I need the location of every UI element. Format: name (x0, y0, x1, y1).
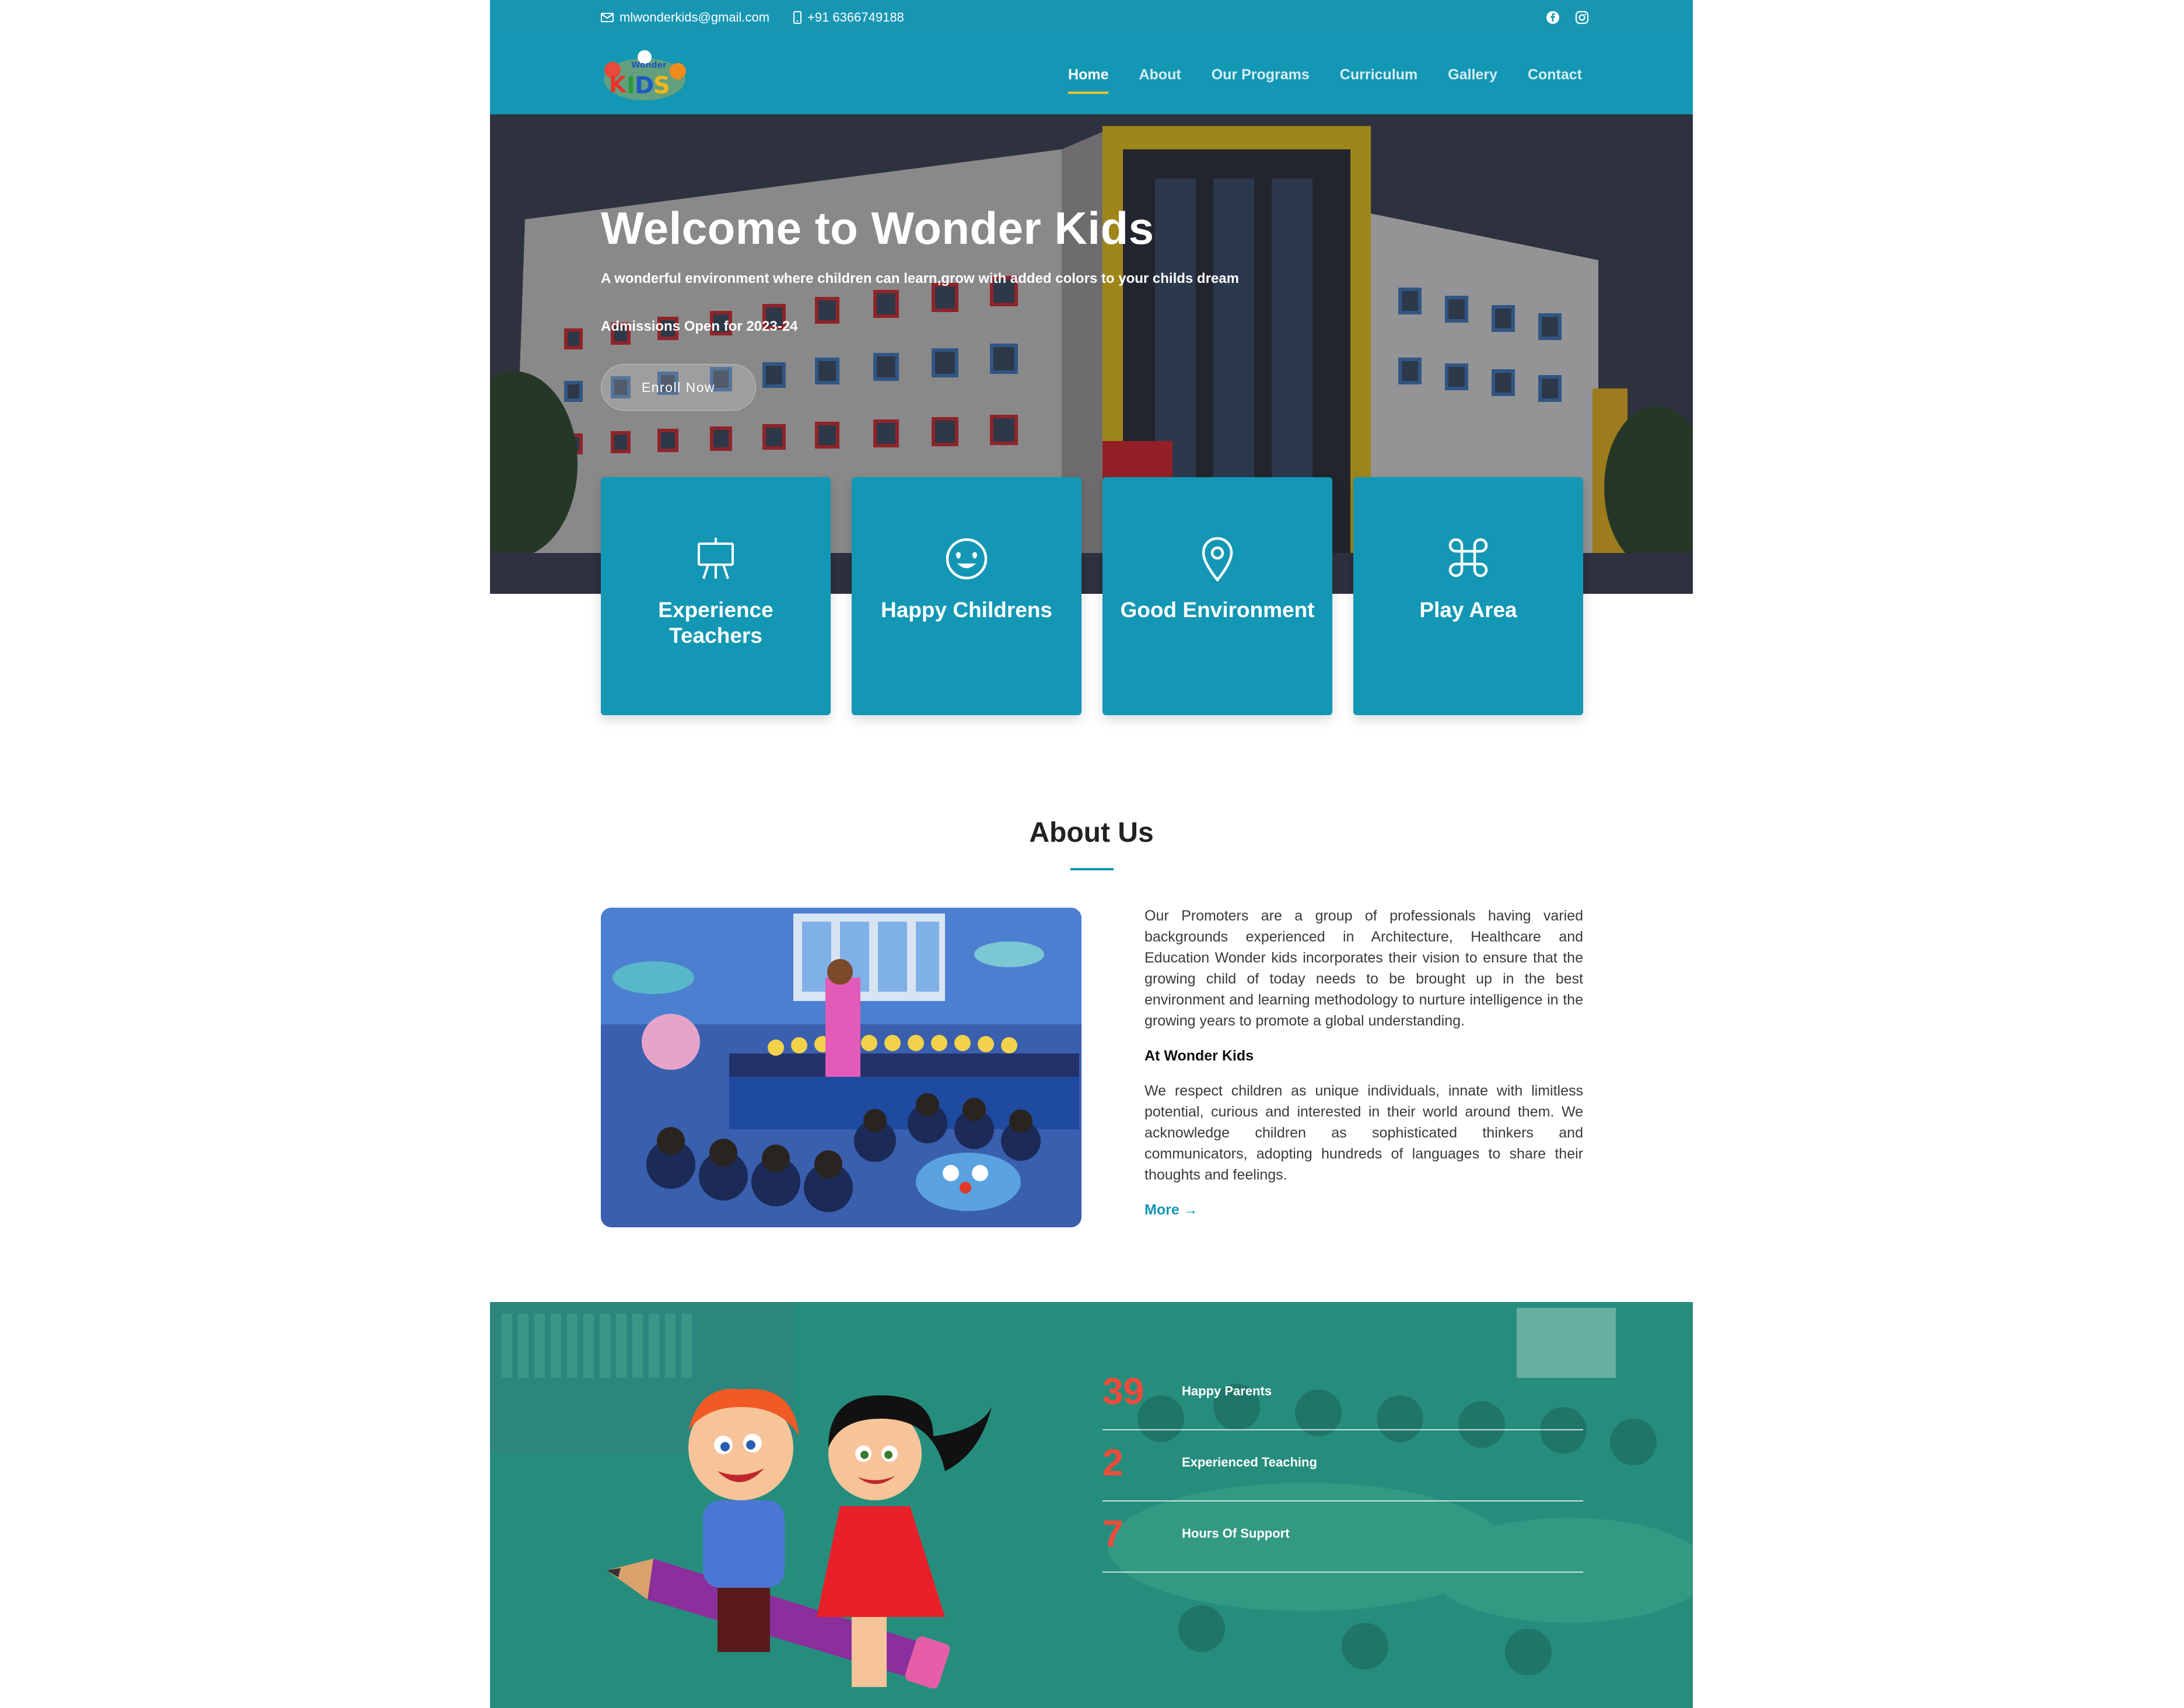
email-contact[interactable]: mlwonderkids@gmail.com (601, 0, 769, 35)
svg-text:D: D (635, 72, 654, 99)
feature-label: Play Area (1419, 598, 1517, 622)
about-paragraph-1: Our Promoters are a group of professiona… (1144, 908, 1583, 1029)
classroom-photo (601, 908, 1082, 1227)
about-text-block: Our Promoters are a group of professiona… (1144, 905, 1583, 1234)
more-link[interactable]: More → (1144, 1199, 1583, 1220)
stat-number: 39 (1102, 1370, 1144, 1412)
feature-card-play-area[interactable]: Play Area (1353, 477, 1583, 715)
svg-text:Wonder: Wonder (631, 61, 667, 70)
feature-label: Happy Childrens (881, 598, 1052, 622)
feature-label: Good Environment (1120, 598, 1315, 622)
instagram-icon (1575, 10, 1589, 24)
about-title-underline (1070, 868, 1114, 870)
phone-contact[interactable]: +91 6366749188 (793, 0, 904, 35)
main-header: K I D S Wonder Home About Our Programs C… (490, 35, 1693, 114)
nav-gallery[interactable]: Gallery (1448, 66, 1497, 83)
admissions-text: Admissions Open for 2023-24 (601, 318, 798, 334)
smile-heart-eyes-icon (852, 536, 1082, 582)
facebook-link[interactable] (1546, 0, 1560, 35)
command-icon (1353, 536, 1583, 582)
map-pin-icon (1102, 536, 1332, 582)
hero-subtitle: A wonderful environment where children c… (601, 271, 1239, 286)
about-section-title: About Us (1029, 817, 1154, 848)
phone-text: +91 6366749188 (807, 10, 904, 24)
easel-icon (601, 536, 831, 582)
feature-card-happy-childrens[interactable]: Happy Childrens (852, 477, 1082, 715)
stat-experienced-teaching: 2 Experienced Teaching (1102, 1429, 1583, 1502)
wonder-kids-logo[interactable]: K I D S Wonder (601, 47, 688, 103)
stat-happy-parents: 39 Happy Parents (1102, 1358, 1583, 1430)
feature-card-good-environment[interactable]: Good Environment (1102, 477, 1332, 715)
stat-label: Hours Of Support (1182, 1526, 1290, 1541)
website: mlwonderkids@gmail.com +91 6366749188 K … (490, 0, 1693, 1708)
facebook-icon (1546, 11, 1559, 24)
svg-text:I: I (626, 72, 635, 99)
nav-curriculum[interactable]: Curriculum (1340, 66, 1418, 83)
feature-card-experience-teachers[interactable]: Experience Teachers (601, 477, 831, 715)
stat-number: 7 (1102, 1513, 1124, 1555)
stats-section: 39 Happy Parents 2 Experienced Teaching … (490, 1302, 1693, 1708)
nav-contact[interactable]: Contact (1528, 66, 1582, 83)
svg-text:S: S (653, 72, 670, 99)
stat-number: 2 (1102, 1441, 1124, 1483)
email-text: mlwonderkids@gmail.com (620, 10, 770, 24)
nav-our-programs[interactable]: Our Programs (1212, 66, 1310, 83)
nav-about[interactable]: About (1139, 66, 1181, 83)
stat-hours-of-support: 7 Hours Of Support (1102, 1500, 1583, 1573)
instagram-link[interactable] (1575, 0, 1589, 35)
about-subheading: At Wonder Kids (1144, 1048, 1254, 1064)
stat-label: Experienced Teaching (1182, 1455, 1317, 1469)
nav-home[interactable]: Home (1068, 66, 1109, 94)
svg-text:K: K (609, 72, 627, 97)
mobile-phone-icon (793, 11, 802, 24)
hero-title: Welcome to Wonder Kids (601, 202, 1154, 254)
top-contact-bar: mlwonderkids@gmail.com +91 6366749188 (490, 0, 1693, 35)
envelope-icon (601, 13, 614, 22)
stat-label: Happy Parents (1182, 1384, 1272, 1398)
main-nav: Home About Our Programs Curriculum Galle… (1068, 35, 1582, 114)
enroll-now-button[interactable]: Enroll Now (601, 364, 756, 411)
kids-on-pencil-illustration (607, 1372, 1027, 1708)
feature-label: Experience Teachers (658, 598, 774, 648)
about-paragraph-2: We respect children as unique individual… (1144, 1083, 1583, 1183)
